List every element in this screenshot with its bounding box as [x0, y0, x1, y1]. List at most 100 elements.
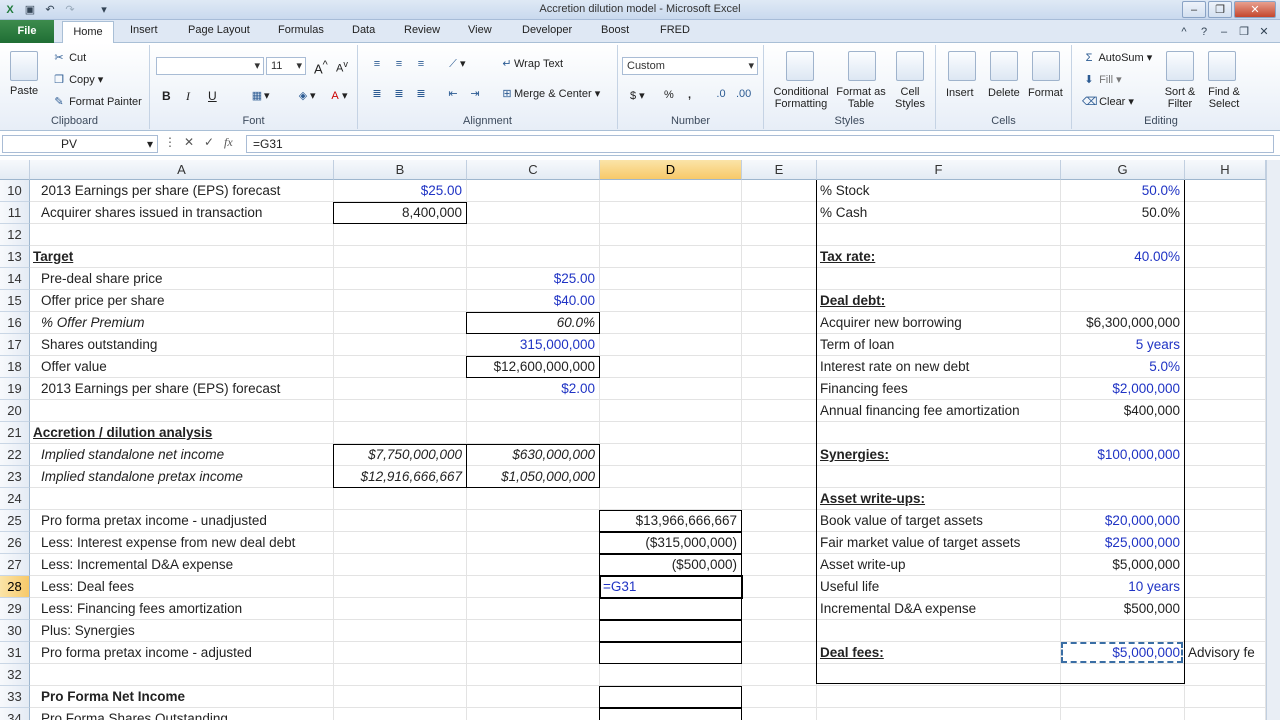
- row-header-25[interactable]: 25: [0, 510, 30, 532]
- row-header-24[interactable]: 24: [0, 488, 30, 510]
- tab-data[interactable]: Data: [352, 24, 375, 36]
- vertical-scrollbar[interactable]: [1266, 160, 1280, 720]
- cell-a15[interactable]: Offer price per share: [38, 290, 168, 312]
- help-icon[interactable]: ?: [1196, 24, 1212, 40]
- cell-f20[interactable]: Annual financing fee amortization: [817, 400, 1023, 422]
- wrap-text-button[interactable]: ↵ Wrap Text: [500, 57, 563, 71]
- tab-fred[interactable]: FRED: [660, 24, 690, 36]
- paste-icon[interactable]: [10, 51, 38, 81]
- percent-button[interactable]: %: [664, 89, 674, 101]
- cell-a29[interactable]: Less: Financing fees amortization: [38, 598, 245, 620]
- cell-a26[interactable]: Less: Interest expense from new deal deb…: [38, 532, 298, 554]
- row-header-14[interactable]: 14: [0, 268, 30, 290]
- tab-file[interactable]: File: [0, 20, 54, 43]
- row-header-19[interactable]: 19: [0, 378, 30, 400]
- row-header-15[interactable]: 15: [0, 290, 30, 312]
- italic-button[interactable]: I: [186, 89, 190, 104]
- cell-f10[interactable]: % Stock: [817, 180, 873, 202]
- cell-f13[interactable]: Tax rate:: [817, 246, 878, 268]
- fill-color-button[interactable]: ◈ ▾: [296, 89, 316, 103]
- cell-f17[interactable]: Term of loan: [817, 334, 897, 356]
- row-header-26[interactable]: 26: [0, 532, 30, 554]
- font-name-combo[interactable]: ▾: [156, 57, 264, 75]
- row-header-32[interactable]: 32: [0, 664, 30, 686]
- row-header-22[interactable]: 22: [0, 444, 30, 466]
- tab-home[interactable]: Home: [62, 21, 114, 44]
- currency-button[interactable]: $ ▾: [630, 89, 645, 102]
- row-header-18[interactable]: 18: [0, 356, 30, 378]
- cell-a31[interactable]: Pro forma pretax income - adjusted: [38, 642, 255, 664]
- cell-c17[interactable]: 315,000,000: [467, 334, 598, 356]
- minimize-button[interactable]: –: [1182, 1, 1206, 18]
- paste-button[interactable]: Paste: [10, 85, 38, 97]
- cell-g29[interactable]: $500,000: [1061, 598, 1183, 620]
- tab-boost[interactable]: Boost: [601, 24, 629, 36]
- row-header-16[interactable]: 16: [0, 312, 30, 334]
- align-center-button[interactable]: ≣: [392, 87, 406, 101]
- cell-c15[interactable]: $40.00: [467, 290, 598, 312]
- cell-g25[interactable]: $20,000,000: [1061, 510, 1183, 532]
- cell-g18[interactable]: 5.0%: [1061, 356, 1183, 378]
- row-header-13[interactable]: 13: [0, 246, 30, 268]
- cell-g16[interactable]: $6,300,000,000: [1061, 312, 1183, 334]
- cell-f25[interactable]: Book value of target assets: [817, 510, 986, 532]
- comma-button[interactable]: ,: [688, 89, 691, 101]
- row-header-23[interactable]: 23: [0, 466, 30, 488]
- decrease-indent-button[interactable]: ⇤: [446, 87, 460, 101]
- cancel-entry-icon[interactable]: ✕: [184, 135, 194, 149]
- font-size-combo[interactable]: 11 ▾: [266, 57, 306, 75]
- tab-formulas[interactable]: Formulas: [278, 24, 324, 36]
- decrease-font-button[interactable]: Av: [336, 59, 348, 75]
- cell-styles-button[interactable]: Cell Styles: [890, 86, 930, 110]
- cell-f15[interactable]: Deal debt:: [817, 290, 888, 312]
- cell-h31[interactable]: Advisory fe: [1185, 642, 1258, 664]
- row-header-10[interactable]: 10: [0, 180, 30, 202]
- tab-page-layout[interactable]: Page Layout: [188, 24, 250, 36]
- row-header-11[interactable]: 11: [0, 202, 30, 224]
- copy-button[interactable]: ❐ Copy ▾: [52, 73, 103, 87]
- cell-a30[interactable]: Plus: Synergies: [38, 620, 138, 642]
- row-header-30[interactable]: 30: [0, 620, 30, 642]
- cell-a10[interactable]: 2013 Earnings per share (EPS) forecast: [38, 180, 283, 202]
- cell-a16[interactable]: % Offer Premium: [38, 312, 148, 334]
- row-header-21[interactable]: 21: [0, 422, 30, 444]
- cell-c14[interactable]: $25.00: [467, 268, 598, 290]
- cell-f19[interactable]: Financing fees: [817, 378, 911, 400]
- cell-g13[interactable]: 40.00%: [1061, 246, 1183, 268]
- ribbon-collapse-icon[interactable]: ^: [1176, 24, 1192, 40]
- name-box[interactable]: PV ▾: [2, 135, 158, 153]
- increase-font-button[interactable]: A^: [314, 59, 328, 76]
- cell-a27[interactable]: Less: Incremental D&A expense: [38, 554, 236, 576]
- format-as-table-button[interactable]: Format as Table: [836, 86, 886, 110]
- insert-cells-button[interactable]: Insert: [946, 87, 974, 99]
- cell-a13[interactable]: Target: [30, 246, 76, 268]
- column-header-d[interactable]: D: [600, 160, 742, 180]
- column-header-g[interactable]: G: [1061, 160, 1185, 180]
- cell-f29[interactable]: Incremental D&A expense: [817, 598, 979, 620]
- cell-f26[interactable]: Fair market value of target assets: [817, 532, 1023, 554]
- cell-a34[interactable]: Pro Forma Shares Outstanding: [38, 708, 231, 720]
- bold-button[interactable]: B: [162, 89, 171, 103]
- workbook-restore-icon[interactable]: ❐: [1236, 24, 1252, 40]
- cell-g10[interactable]: 50.0%: [1061, 180, 1183, 202]
- cell-a28[interactable]: Less: Deal fees: [38, 576, 137, 598]
- row-header-29[interactable]: 29: [0, 598, 30, 620]
- cell-a25[interactable]: Pro forma pretax income - unadjusted: [38, 510, 270, 532]
- tab-insert[interactable]: Insert: [130, 24, 158, 36]
- cell-g19[interactable]: $2,000,000: [1061, 378, 1183, 400]
- row-header-20[interactable]: 20: [0, 400, 30, 422]
- cell-f11[interactable]: % Cash: [817, 202, 870, 224]
- cut-button[interactable]: ✂ Cut: [52, 51, 86, 65]
- restore-button[interactable]: ❐: [1208, 1, 1232, 18]
- cell-c19[interactable]: $2.00: [467, 378, 598, 400]
- cell-a18[interactable]: Offer value: [38, 356, 110, 378]
- column-header-c[interactable]: C: [467, 160, 600, 180]
- font-color-button[interactable]: A ▾: [328, 89, 347, 103]
- cell-f16[interactable]: Acquirer new borrowing: [817, 312, 965, 334]
- row-header-33[interactable]: 33: [0, 686, 30, 708]
- increase-decimal-button[interactable]: .0: [714, 87, 728, 101]
- number-format-combo[interactable]: Custom ▾: [622, 57, 758, 75]
- conditional-formatting-button[interactable]: Conditional Formatting: [770, 86, 832, 110]
- cell-f28[interactable]: Useful life: [817, 576, 882, 598]
- cell-a22[interactable]: Implied standalone net income: [38, 444, 227, 466]
